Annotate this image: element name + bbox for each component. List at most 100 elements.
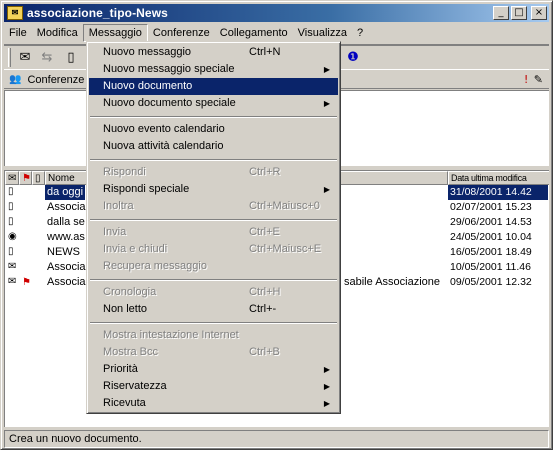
menu-item-label: Nuova attività calendario xyxy=(103,140,224,152)
conference-label: Conferenze xyxy=(27,73,85,86)
title-bar[interactable]: ✉ associazione_tipo-News _ □ × xyxy=(4,4,549,22)
row-name: dalla se xyxy=(47,216,85,228)
web-icon: ◉ xyxy=(8,231,17,242)
reply-icon[interactable]: ⇆ xyxy=(38,49,56,67)
menu-item-shortcut: Ctrl+R xyxy=(249,166,281,178)
menu-item-shortcut: Ctrl+Maiusc+E xyxy=(249,243,322,255)
menu-visualizza[interactable]: Visualizza xyxy=(293,24,352,42)
menu-help[interactable]: ? xyxy=(352,24,368,42)
row-name: Associaz xyxy=(47,276,92,288)
pencil-icon[interactable]: ✎ xyxy=(534,73,543,86)
messaggio-menu: Nuovo messaggio Ctrl+N Nuovo messaggio spe… xyxy=(86,41,341,414)
menu-item-shortcut: Ctrl+H xyxy=(249,286,281,298)
exclamation-icon[interactable]: ǃ xyxy=(525,73,528,86)
document-icon: ▯ xyxy=(8,201,14,212)
document-icon: ▯ xyxy=(8,246,14,257)
row-date: 10/05/2001 11.46 xyxy=(450,261,531,273)
header-date[interactable]: Data ultima modifica xyxy=(448,171,549,185)
notes-icon[interactable]: ✉ xyxy=(7,6,23,20)
sync-icon[interactable]: ❶ xyxy=(344,49,362,67)
row-name: Associa xyxy=(47,201,86,213)
menu-separator xyxy=(89,275,338,284)
menu-separator xyxy=(89,155,338,164)
menu-item-cronologia: Cronologia Ctrl+H xyxy=(89,284,338,301)
menu-item-recupera-messaggio: Recupera messaggio xyxy=(89,258,338,275)
menu-item-label: Inoltra xyxy=(103,200,134,212)
menu-item-priorita[interactable]: Priorità ▶ xyxy=(89,361,338,378)
menu-item-nuovo-messaggio[interactable]: Nuovo messaggio Ctrl+N xyxy=(89,44,338,61)
menu-item-label: Rispondi speciale xyxy=(103,183,190,195)
menu-item-shortcut: Ctrl+E xyxy=(249,226,280,238)
menu-item-label: Invia e chiudi xyxy=(103,243,168,255)
header-type-icon[interactable]: ✉ xyxy=(5,171,19,185)
row-date: 02/07/2001 15.23 xyxy=(450,201,532,213)
menu-item-label: Cronologia xyxy=(103,286,157,298)
menu-item-shortcut: Ctrl+N xyxy=(249,46,281,58)
row-date: 29/06/2001 14.53 xyxy=(450,216,532,228)
menu-item-invia: Invia Ctrl+E xyxy=(89,224,338,241)
menu-item-nuovo-documento[interactable]: Nuovo documento xyxy=(89,78,338,95)
menu-item-label: Nuovo messaggio speciale xyxy=(103,63,235,75)
menu-item-label: Mostra Bcc xyxy=(103,346,159,358)
menu-bar: File Modifica Messaggio Conferenze Colle… xyxy=(4,23,549,42)
menu-item-non-letto[interactable]: Non letto Ctrl+- xyxy=(89,301,338,318)
menu-item-mostra-intestazione-internet: Mostra intestazione Internet xyxy=(89,327,338,344)
menu-item-invia-e-chiudi: Invia e chiudi Ctrl+Maiusc+E xyxy=(89,241,338,258)
document-icon[interactable]: ▯ xyxy=(62,49,80,67)
people-icon: 👥 xyxy=(9,74,22,85)
menu-item-label: Mostra intestazione Internet xyxy=(103,329,239,341)
submenu-arrow-icon: ▶ xyxy=(323,399,330,408)
document-icon: ▯ xyxy=(8,216,14,227)
menu-separator xyxy=(89,215,338,224)
menu-item-mostra-bcc: Mostra Bcc Ctrl+B xyxy=(89,344,338,361)
row-date: 31/08/2001 14.42 xyxy=(448,185,548,200)
window-title: associazione_tipo-News xyxy=(27,6,168,20)
menu-item-shortcut: Ctrl+- xyxy=(249,303,277,315)
toolbar-grip[interactable] xyxy=(8,48,11,67)
menu-item-label: Riservatezza xyxy=(103,380,167,392)
maximize-button[interactable]: □ xyxy=(511,6,527,20)
header-attachment-icon[interactable]: ▯ xyxy=(32,171,45,185)
menu-item-riservatezza[interactable]: Riservatezza ▶ xyxy=(89,378,338,395)
submenu-arrow-icon: ▶ xyxy=(323,99,330,108)
menu-item-rispondi-speciale[interactable]: Rispondi speciale ▶ xyxy=(89,181,338,198)
envelope-icon: ✉ xyxy=(8,261,17,272)
menu-item-nuovo-documento-speciale[interactable]: Nuovo documento speciale ▶ xyxy=(89,95,338,112)
menu-separator xyxy=(89,112,338,121)
menu-collegamento[interactable]: Collegamento xyxy=(215,24,293,42)
row-name: www.as xyxy=(47,231,85,243)
menu-item-label: Priorità xyxy=(103,363,138,375)
envelope-icon: ✉ xyxy=(8,276,17,287)
status-bar: Crea un nuovo documento. xyxy=(4,430,549,448)
menu-item-inoltra: Inoltra Ctrl+Maiusc+0 xyxy=(89,198,338,215)
row-name: Associaz xyxy=(47,261,92,273)
menu-messaggio[interactable]: Messaggio xyxy=(82,23,148,42)
header-flag-icon[interactable]: ⚑ xyxy=(19,171,32,185)
row-from: sabile Associazione xyxy=(344,276,441,288)
menu-modifica[interactable]: Modifica xyxy=(32,24,83,42)
new-message-icon[interactable]: ✉ xyxy=(16,49,34,67)
menu-item-label: Invia xyxy=(103,226,127,238)
menu-item-ricevuta[interactable]: Ricevuta ▶ xyxy=(89,395,338,412)
menu-item-nuovo-evento-calendario[interactable]: Nuovo evento calendario xyxy=(89,121,338,138)
menu-item-shortcut: Ctrl+Maiusc+0 xyxy=(249,200,320,212)
menu-item-label: Rispondi xyxy=(103,166,146,178)
minimize-button[interactable]: _ xyxy=(493,6,509,20)
menu-conferenze[interactable]: Conferenze xyxy=(148,24,215,42)
menu-item-label: Non letto xyxy=(103,303,148,315)
menu-item-label: Nuovo documento speciale xyxy=(103,97,236,109)
submenu-arrow-icon: ▶ xyxy=(323,185,330,194)
menu-item-label: Nuovo messaggio xyxy=(103,46,192,58)
row-date: 09/05/2001 12.32 xyxy=(450,276,532,288)
menu-item-label: Nuovo documento xyxy=(103,80,193,92)
submenu-arrow-icon: ▶ xyxy=(323,382,330,391)
menu-item-nuovo-messaggio-speciale[interactable]: Nuovo messaggio speciale ▶ xyxy=(89,61,338,78)
close-button[interactable]: × xyxy=(531,6,547,20)
document-icon: ▯ xyxy=(8,186,14,197)
menu-item-nuova-attivita-calendario[interactable]: Nuova attività calendario xyxy=(89,138,338,155)
menu-file[interactable]: File xyxy=(4,24,32,42)
submenu-arrow-icon: ▶ xyxy=(323,65,330,74)
row-date: 24/05/2001 10.04 xyxy=(450,231,532,243)
menu-item-label: Recupera messaggio xyxy=(103,260,207,272)
row-name: da oggi xyxy=(45,185,86,200)
